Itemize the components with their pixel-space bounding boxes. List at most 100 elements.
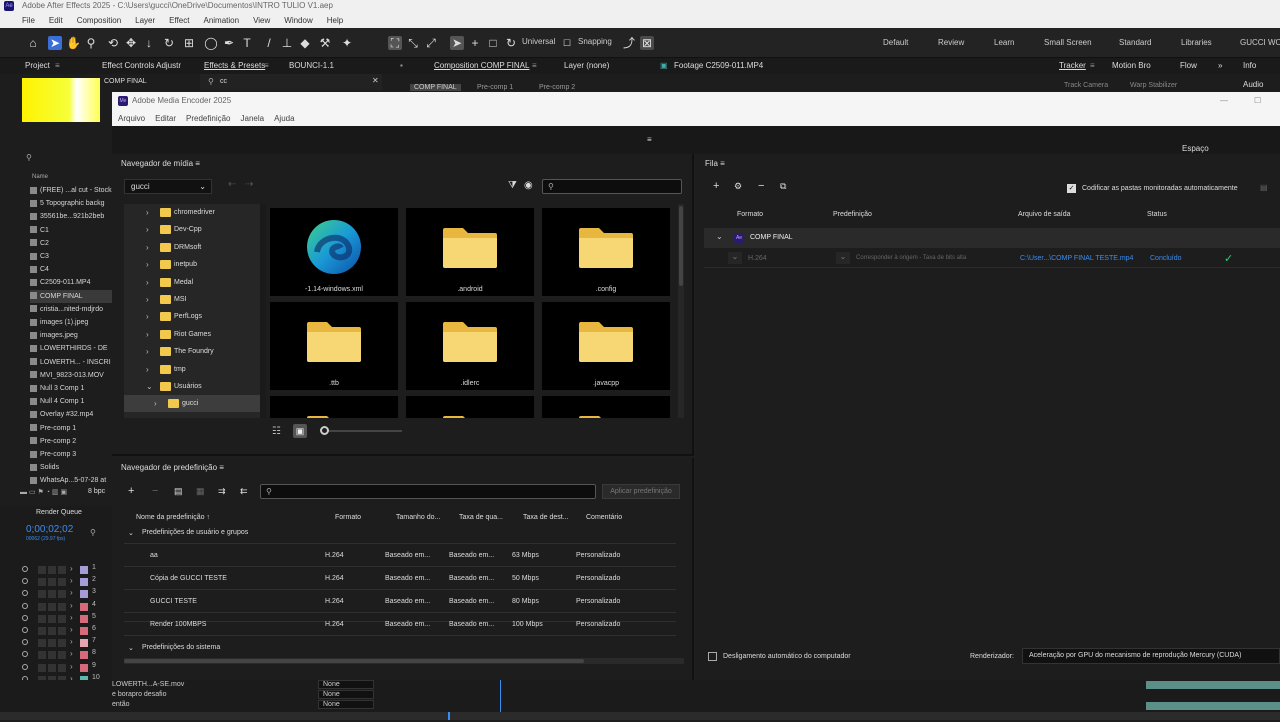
label-color-swatch[interactable]: [80, 578, 88, 587]
media-tile[interactable]: .ttb: [270, 302, 398, 390]
eraser-tool-icon[interactable]: ◆: [298, 36, 312, 50]
tab-flow[interactable]: Flow: [1180, 61, 1197, 70]
eye-icon[interactable]: ◉: [524, 180, 533, 191]
queue-item-preset[interactable]: Corresponder à origem - Taxa de bits alt…: [856, 255, 966, 261]
preset-group-system[interactable]: ⌄ Predefinições do sistema: [124, 636, 676, 659]
project-item[interactable]: 35561be...921b2beb: [30, 210, 112, 223]
timeline-layer[interactable]: LOWERTH...A-SE.mov None: [112, 680, 374, 690]
visibility-eye-icon[interactable]: [22, 651, 28, 658]
view-axis-icon[interactable]: ⤢: [424, 36, 438, 50]
preset-row[interactable]: aa H.264 Baseado em... Baseado em... 63 Mbps…: [124, 544, 676, 567]
maximize-icon[interactable]: ☐: [1254, 92, 1261, 110]
project-item[interactable]: images.jpeg: [30, 329, 112, 342]
layer-switch[interactable]: [38, 602, 46, 611]
ellipse-tool-icon[interactable]: ◯: [204, 36, 218, 50]
layer-switch[interactable]: [48, 639, 56, 648]
project-item[interactable]: LOWERTHIRDS - DE: [30, 342, 112, 355]
layer-row[interactable]: › 5: [20, 613, 112, 625]
type-tool-icon[interactable]: T: [240, 36, 254, 50]
layer-switch[interactable]: [38, 590, 46, 599]
project-item[interactable]: C1: [30, 224, 112, 237]
project-name-column[interactable]: Name: [32, 174, 48, 180]
list-view-icon[interactable]: ☷: [272, 426, 281, 437]
ae-menu-edit[interactable]: Edit: [49, 16, 63, 25]
local-axis-icon[interactable]: ⛶: [388, 36, 402, 50]
col-q-output[interactable]: Arquivo de saída: [1018, 211, 1071, 218]
layer-switch[interactable]: [48, 566, 56, 574]
tab-footage[interactable]: Footage C2509-011.MP4: [674, 61, 763, 70]
label-color-swatch[interactable]: [80, 651, 88, 660]
folder-tree-item[interactable]: › The Foundry: [124, 343, 264, 360]
folder-tree-item[interactable]: ⌄ Usuários: [124, 378, 264, 395]
world-axis-icon[interactable]: ⤡: [406, 36, 420, 50]
ae-menu-animation[interactable]: Animation: [203, 16, 239, 25]
ae-menu-composition[interactable]: Composition: [77, 16, 121, 25]
workspace-review[interactable]: Review: [938, 38, 964, 47]
visibility-eye-icon[interactable]: [22, 639, 28, 646]
media-tile[interactable]: [270, 396, 398, 418]
layer-switch[interactable]: [58, 651, 66, 660]
panel-menu-icon[interactable]: ≡: [264, 61, 269, 70]
layer-bar[interactable]: [1146, 702, 1280, 710]
workspace-label[interactable]: Espaço de trabalho padrão ≡: [647, 135, 1211, 180]
remove-preset-icon[interactable]: −: [152, 485, 158, 497]
layer-switch[interactable]: [58, 663, 66, 672]
layer-switch[interactable]: [48, 578, 56, 587]
workspace-gucci[interactable]: GUCCI WOR: [1240, 38, 1280, 47]
apply-preset-button[interactable]: Aplicar predefinição: [602, 484, 680, 499]
folder-tree-item[interactable]: › Riot Games: [124, 326, 264, 343]
tab-bounce[interactable]: BOUNCI-1.1: [289, 61, 334, 70]
label-color-swatch[interactable]: [80, 590, 88, 599]
import-preset-icon[interactable]: ⇉: [218, 486, 226, 497]
layer-switch[interactable]: [58, 578, 66, 587]
layer-row[interactable]: › 2: [20, 576, 112, 588]
layer-switch[interactable]: [38, 627, 46, 635]
label-color-swatch[interactable]: [80, 627, 88, 635]
snap-magnet-icon[interactable]: ⤴: [622, 36, 636, 50]
timeline-layer[interactable]: e borapro desafio None: [112, 690, 374, 700]
chevron-right-icon[interactable]: ›: [70, 588, 73, 597]
chevron-right-icon[interactable]: ›: [146, 291, 149, 308]
timeline-scroll[interactable]: [0, 712, 1280, 720]
layer-switch[interactable]: [38, 566, 46, 574]
folder-tree-item[interactable]: › PerfLogs: [124, 308, 264, 325]
layer-switch[interactable]: [48, 663, 56, 672]
col-comment[interactable]: Comentário: [586, 514, 622, 521]
timecode[interactable]: 0;00;02;02: [26, 524, 73, 535]
tab-composition[interactable]: Composition COMP FINAL: [434, 61, 529, 70]
panel-menu-icon[interactable]: ≡: [1090, 61, 1095, 70]
3d-select-icon[interactable]: ➤: [450, 36, 464, 50]
media-tile[interactable]: -1.14-windows.xml: [270, 208, 398, 296]
new-group-icon[interactable]: ▤: [174, 486, 183, 497]
ae-menu-file[interactable]: File: [22, 16, 35, 25]
chevron-right-icon[interactable]: ›: [146, 343, 149, 360]
project-item[interactable]: MVI_9823-013.MOV: [30, 369, 112, 382]
tab-motion-bro[interactable]: Motion Bro: [1112, 61, 1151, 70]
universal-label[interactable]: Universal: [522, 37, 555, 46]
format-dropdown-icon[interactable]: ⌄: [728, 252, 742, 264]
parent-dropdown[interactable]: None: [318, 680, 374, 689]
layer-switch[interactable]: [38, 663, 46, 672]
queue-menu-icon[interactable]: ▤: [1260, 183, 1268, 192]
layer-switch[interactable]: [58, 590, 66, 599]
anchor-tool-icon[interactable]: ⊞: [182, 36, 196, 50]
visibility-eye-icon[interactable]: [22, 663, 28, 670]
settings-icon[interactable]: ▦: [196, 486, 205, 497]
remove-item-icon[interactable]: −: [758, 180, 764, 192]
roto-brush-icon[interactable]: ⚒: [318, 36, 332, 50]
ame-menu-arquivo[interactable]: Arquivo: [118, 114, 145, 123]
tab-project[interactable]: Project: [25, 61, 50, 70]
label-color-swatch[interactable]: [80, 639, 88, 648]
project-item[interactable]: LOWERTH... - INSCRI: [30, 356, 112, 369]
project-item[interactable]: C3: [30, 250, 112, 263]
col-q-format[interactable]: Formato: [737, 211, 763, 218]
layer-switch[interactable]: [38, 651, 46, 660]
layer-switch[interactable]: [48, 602, 56, 611]
ame-menu-janela[interactable]: Janela: [241, 114, 265, 123]
workspace-standard[interactable]: Standard: [1119, 38, 1151, 47]
project-item[interactable]: Pre-comp 1: [30, 422, 112, 435]
media-tile[interactable]: [542, 396, 670, 418]
chevron-right-icon[interactable]: ›: [70, 649, 73, 658]
folder-tree-item[interactable]: › tmp: [124, 361, 264, 378]
folder-tree-item[interactable]: › MSI: [124, 291, 264, 308]
